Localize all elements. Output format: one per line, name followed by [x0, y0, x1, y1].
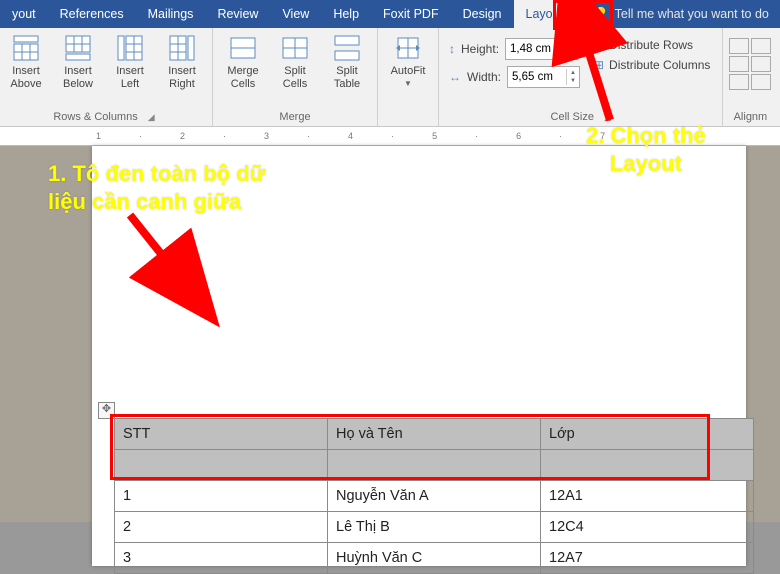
tell-me-label: Tell me what you want to do: [615, 7, 769, 21]
group-alignment: Alignm: [723, 28, 777, 126]
annotation-arrow-1: [120, 210, 200, 290]
ribbon: Insert Above Insert Below Insert Left In…: [0, 28, 780, 127]
tab-layout-doc[interactable]: yout: [0, 0, 48, 28]
insert-below-button[interactable]: Insert Below: [54, 32, 102, 109]
merge-cells-button[interactable]: Merge Cells: [219, 32, 267, 109]
tab-view[interactable]: View: [270, 0, 321, 28]
table-row[interactable]: 1Nguyễn Văn A12A1: [115, 481, 754, 512]
group-label-merge: Merge: [219, 109, 371, 126]
split-table-button[interactable]: Split Table: [323, 32, 371, 109]
group-rows-columns: Insert Above Insert Below Insert Left In…: [0, 28, 213, 126]
tab-mailings[interactable]: Mailings: [136, 0, 206, 28]
autofit-button[interactable]: AutoFit ▼: [384, 32, 432, 109]
insert-right-icon: [168, 34, 196, 62]
height-icon: ↕: [449, 42, 455, 56]
insert-above-button[interactable]: Insert Above: [2, 32, 50, 109]
chevron-down-icon: ▼: [404, 79, 412, 88]
tab-foxit[interactable]: Foxit PDF: [371, 0, 451, 28]
annotation-step1: 1. Tô đen toàn bộ dữ liệu cần canh giữa: [48, 160, 266, 215]
table-row[interactable]: 2Lê Thị B12C4: [115, 512, 754, 543]
align-tc-button[interactable]: [751, 38, 771, 54]
align-bl-button[interactable]: [729, 74, 749, 90]
tab-references[interactable]: References: [48, 0, 136, 28]
group-label-align: Alignm: [729, 109, 771, 126]
merge-cells-icon: [229, 34, 257, 62]
tab-help[interactable]: Help: [321, 0, 371, 28]
group-autofit: AutoFit ▼: [378, 28, 439, 126]
split-cells-button[interactable]: Split Cells: [271, 32, 319, 109]
group-label-rows: Rows & Columns: [53, 111, 137, 123]
insert-below-icon: [64, 34, 92, 62]
width-icon: ↔: [449, 70, 461, 84]
annotation-step2: 2. Chọn thẻ Layout: [586, 122, 706, 177]
annotation-highlight-selection: [110, 414, 710, 480]
width-label: Width:: [467, 70, 501, 84]
annotation-arrow-2: [570, 30, 630, 130]
align-mc-button[interactable]: [751, 56, 771, 72]
tab-review[interactable]: Review: [205, 0, 270, 28]
insert-left-button[interactable]: Insert Left: [106, 32, 154, 109]
height-input[interactable]: ▲▼: [505, 38, 578, 60]
height-label: Height:: [461, 42, 499, 56]
align-tl-button[interactable]: [729, 38, 749, 54]
insert-left-icon: [116, 34, 144, 62]
autofit-icon: [394, 34, 422, 62]
dialog-launcher-icon[interactable]: ◢: [148, 112, 155, 123]
ribbon-tabs: yout References Mailings Review View Hel…: [0, 0, 780, 28]
tab-design[interactable]: Design: [451, 0, 514, 28]
group-merge: Merge Cells Split Cells Split Table Merg…: [213, 28, 378, 126]
split-cells-icon: [281, 34, 309, 62]
align-ml-button[interactable]: [729, 56, 749, 72]
table-row[interactable]: 3Huỳnh Văn C12A7: [115, 543, 754, 574]
insert-right-button[interactable]: Insert Right: [158, 32, 206, 109]
annotation-highlight-tab: [553, 0, 613, 30]
split-table-icon: [333, 34, 361, 62]
align-bc-button[interactable]: [751, 74, 771, 90]
insert-above-icon: [12, 34, 40, 62]
